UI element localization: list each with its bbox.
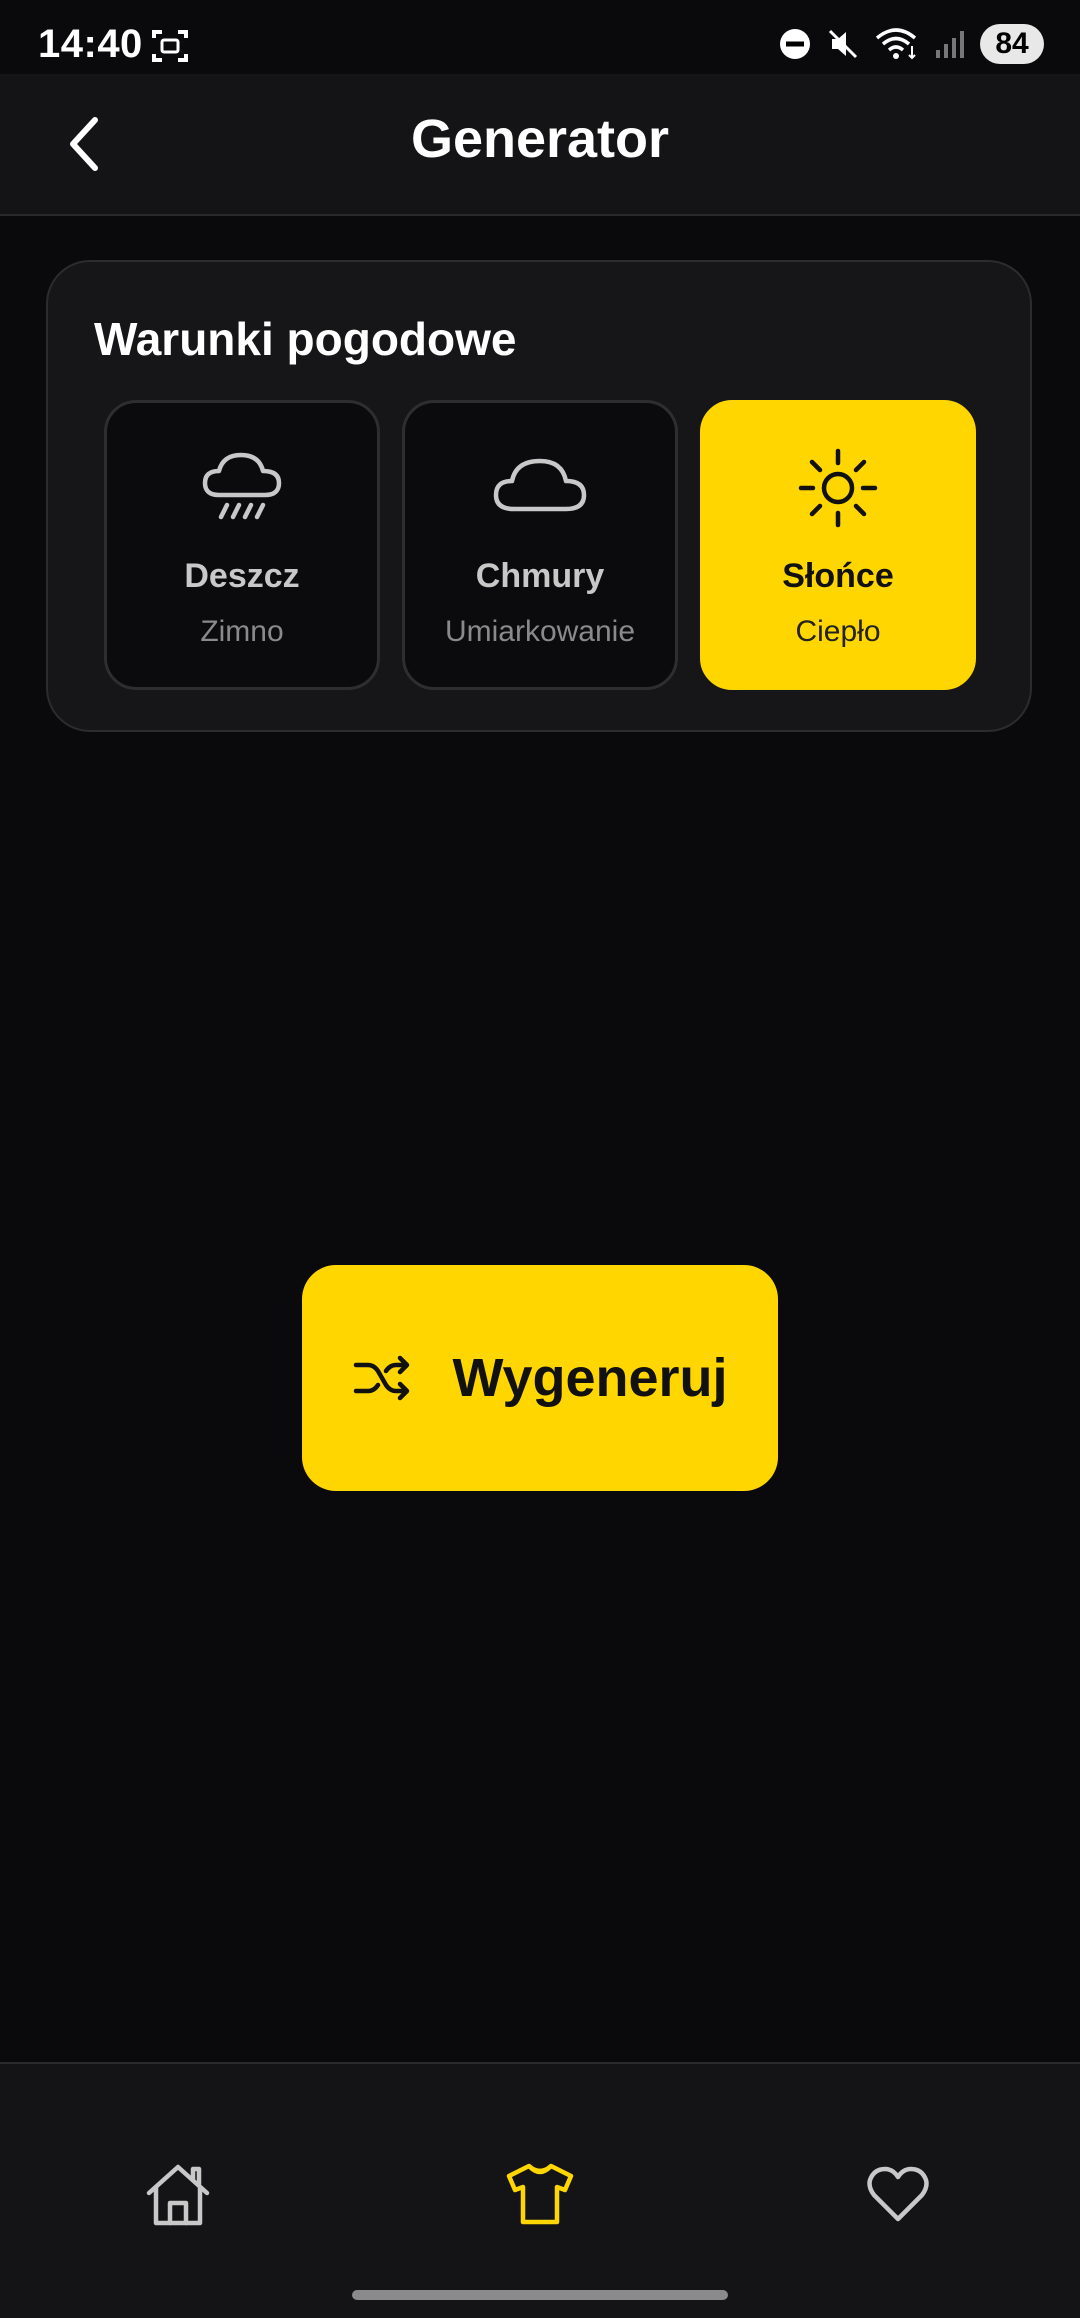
page-title: Generator [410, 109, 670, 169]
sun-icon [703, 443, 973, 533]
nav-generator[interactable] [490, 2144, 590, 2244]
dnd-icon [778, 27, 812, 61]
signal-icon [934, 28, 966, 60]
app-bar: Generator [0, 74, 1080, 216]
option-subtitle: Umiarkowanie [444, 615, 636, 648]
nav-home[interactable] [128, 2144, 228, 2244]
cloud-icon [405, 443, 675, 533]
nav-favorites[interactable] [848, 2144, 948, 2244]
option-label: Chmury [475, 557, 605, 595]
option-subtitle: Ciepło [795, 615, 881, 648]
heart-icon [867, 2166, 929, 2222]
status-time: 14:40 [38, 22, 143, 66]
home-indicator[interactable] [352, 2290, 728, 2300]
generate-button[interactable]: Wygeneruj [302, 1265, 778, 1491]
weather-option-sun[interactable]: Słońce Ciepło [700, 400, 976, 690]
option-subtitle: Zimno [200, 615, 284, 648]
shuffle-icon [354, 1355, 410, 1401]
card-title: Warunki pogodowe [94, 313, 517, 365]
screenshot-icon [150, 26, 190, 66]
home-icon [146, 2164, 210, 2226]
mute-icon [826, 27, 860, 61]
weather-option-clouds[interactable]: Chmury Umiarkowanie [402, 400, 678, 690]
tshirt-icon [506, 2163, 574, 2225]
status-bar: 14:40 84 [0, 0, 1080, 74]
rain-cloud-icon [107, 443, 377, 533]
weather-conditions-card: Warunki pogodowe Deszcz Zimno Chmury Umi… [46, 260, 1032, 732]
weather-option-rain[interactable]: Deszcz Zimno [104, 400, 380, 690]
wifi-icon [874, 26, 920, 62]
option-label: Deszcz [184, 557, 300, 595]
option-label: Słońce [782, 557, 894, 595]
bottom-navigation [0, 2062, 1080, 2318]
status-icons: 84 [778, 22, 1044, 66]
generate-label: Wygeneruj [452, 1348, 728, 1408]
battery-icon: 84 [980, 24, 1044, 64]
